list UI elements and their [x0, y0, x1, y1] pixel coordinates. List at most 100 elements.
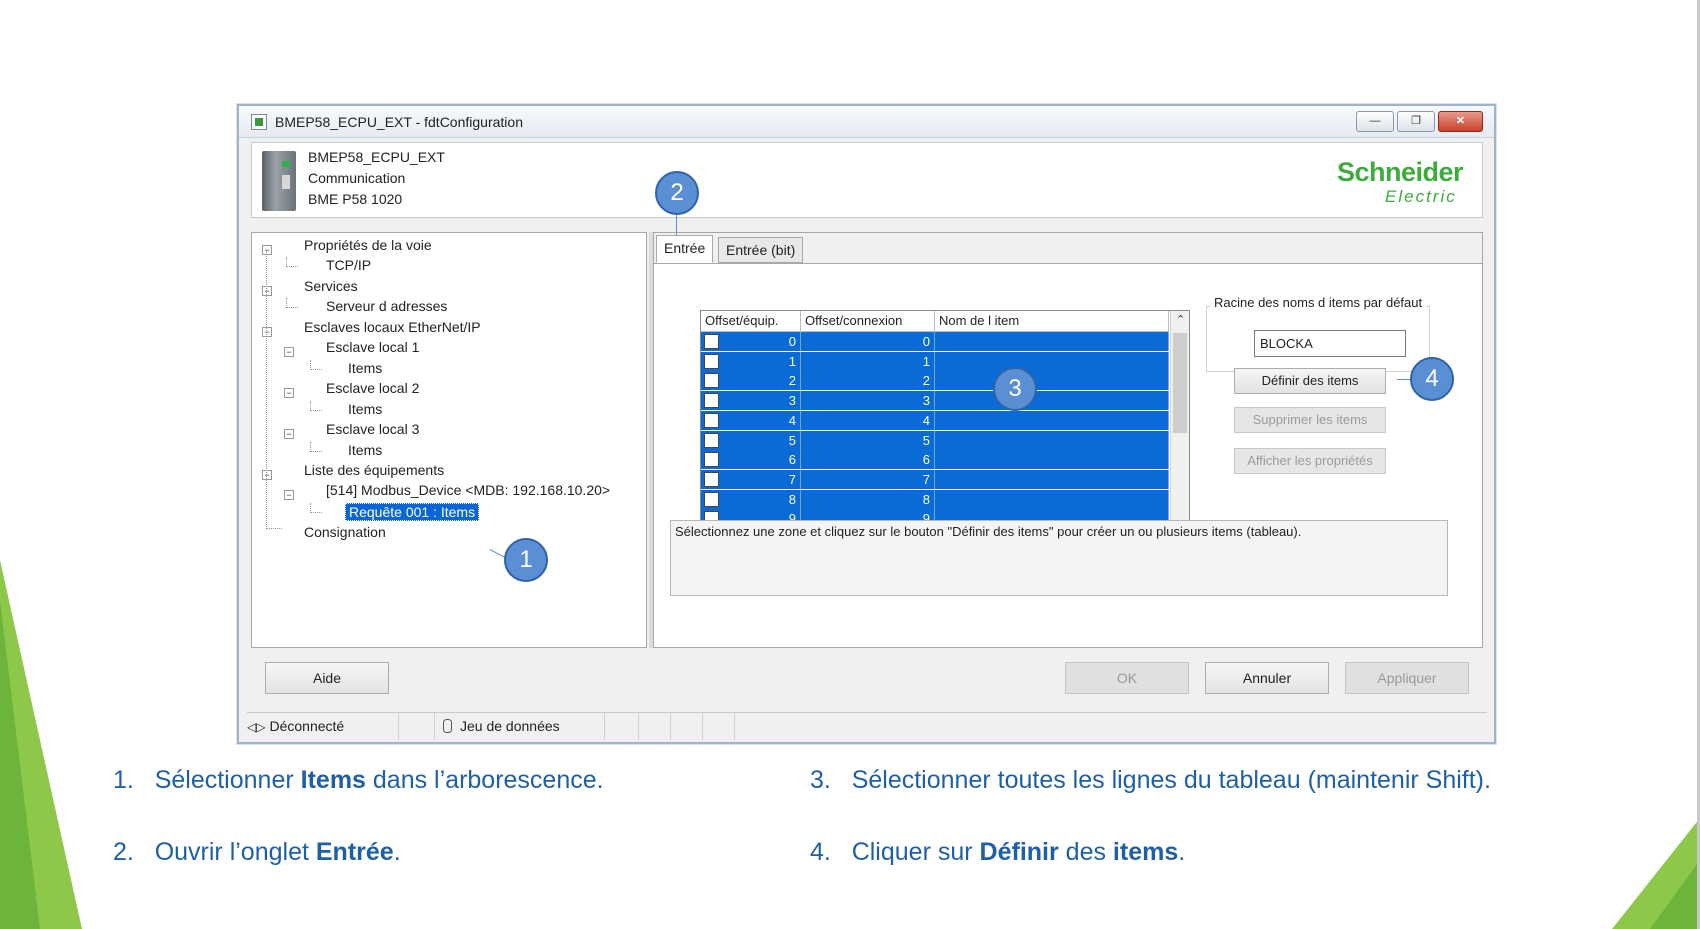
tree-item-esclave-local-2[interactable]: Esclave local 2: [326, 380, 419, 396]
cell-item-name[interactable]: [935, 410, 1169, 430]
tree-item-liste-equipements[interactable]: Liste des équipements: [304, 462, 444, 478]
step-text: Cliquer sur: [851, 838, 980, 866]
cell-item-name[interactable]: [935, 351, 1169, 371]
table-row[interactable]: 55: [701, 430, 1169, 450]
cell-offset-connexion[interactable]: 2: [801, 371, 935, 391]
cell-offset-equip[interactable]: 7: [701, 469, 801, 489]
cell-offset-equip[interactable]: 1: [701, 351, 801, 371]
fdt-configuration-window: BMEP58_ECPU_EXT - fdtConfiguration — ❐ ✕…: [237, 104, 1496, 744]
tab-entree-bit[interactable]: Entrée (bit): [718, 237, 804, 263]
cell-offset-connexion[interactable]: 1: [801, 351, 935, 371]
table-row[interactable]: 88: [701, 489, 1169, 509]
ok-button[interactable]: OK: [1065, 662, 1189, 694]
tree-item-serveur-adresses[interactable]: Serveur d adresses: [326, 298, 447, 314]
help-button[interactable]: Aide: [265, 662, 389, 694]
callout-connector-2: [676, 215, 677, 235]
items-table[interactable]: Offset/équip. Offset/connexion Nom de l …: [700, 310, 1190, 550]
column-header-offset-connexion[interactable]: Offset/connexion: [801, 311, 935, 332]
scroll-up-icon[interactable]: ⌃: [1171, 311, 1190, 330]
cell-item-name[interactable]: [935, 332, 1169, 351]
status-spacer: [605, 713, 639, 740]
tree-item-items-2[interactable]: Items: [348, 401, 382, 417]
tree-item-items-1[interactable]: Items: [348, 360, 382, 376]
tree-item-tcpip[interactable]: TCP/IP: [326, 257, 371, 273]
column-header-nom-item[interactable]: Nom de l item: [935, 311, 1169, 332]
cell-offset-equip[interactable]: 0: [701, 332, 801, 351]
collapse-icon[interactable]: −: [284, 490, 294, 500]
scroll-thumb[interactable]: [1173, 333, 1187, 433]
root-names-input[interactable]: BLOCKA: [1254, 330, 1406, 357]
cell-offset-connexion[interactable]: 7: [801, 469, 935, 489]
database-icon: [443, 719, 452, 733]
tree-connector: [310, 503, 322, 513]
callout-connector-4: [1397, 379, 1411, 380]
tree-item-services[interactable]: Services: [304, 278, 358, 294]
tree-connector: [310, 360, 322, 370]
cell-offset-connexion[interactable]: 6: [801, 450, 935, 470]
cell-offset-connexion[interactable]: 3: [801, 391, 935, 411]
cell-offset-connexion[interactable]: 4: [801, 410, 935, 430]
minimize-button[interactable]: —: [1356, 111, 1394, 132]
cell-offset-equip[interactable]: 3: [701, 391, 801, 411]
cell-offset-equip[interactable]: 2: [701, 371, 801, 391]
cell-offset-equip[interactable]: 8: [701, 489, 801, 509]
show-properties-button[interactable]: Afficher les propriétés: [1234, 448, 1386, 474]
tree-item-consignation[interactable]: Consignation: [304, 524, 386, 540]
step-emphasis: Items: [300, 766, 366, 794]
cell-offset-connexion[interactable]: 5: [801, 430, 935, 450]
cell-offset-equip[interactable]: 4: [701, 410, 801, 430]
cell-item-name[interactable]: [935, 450, 1169, 470]
collapse-icon[interactable]: −: [284, 388, 294, 398]
table-row[interactable]: 22: [701, 371, 1169, 391]
callout-badge-4: 4: [1410, 357, 1454, 401]
close-button[interactable]: ✕: [1438, 111, 1483, 132]
tree-item-modbus-device[interactable]: [514] Modbus_Device <MDB: 192.168.10.20>: [326, 482, 610, 498]
right-pane: Entrée Entrée (bit) Offset/équip. Offset…: [653, 232, 1483, 648]
table-row[interactable]: 77: [701, 469, 1169, 489]
tree-item-esclaves-locaux[interactable]: Esclaves locaux EtherNet/IP: [304, 319, 481, 335]
status-connection-text: Déconnecté: [269, 718, 345, 734]
cell-item-name[interactable]: [935, 371, 1169, 391]
tree-connector: [310, 442, 322, 452]
table-scrollbar[interactable]: ⌃ ⌄: [1170, 311, 1189, 549]
define-items-button[interactable]: Définir des items: [1234, 368, 1386, 394]
tree-item-items-3[interactable]: Items: [348, 442, 382, 458]
status-spacer: [671, 713, 703, 740]
device-module-icon: [262, 151, 296, 211]
table-row[interactable]: 11: [701, 351, 1169, 371]
tree-item-esclave-local-1[interactable]: Esclave local 1: [326, 339, 419, 355]
table-row[interactable]: 66: [701, 450, 1169, 470]
collapse-icon[interactable]: −: [284, 347, 294, 357]
table-row[interactable]: 33: [701, 391, 1169, 411]
cell-offset-connexion[interactable]: 8: [801, 489, 935, 509]
app-icon: [251, 114, 267, 130]
cell-offset-connexion[interactable]: 0: [801, 332, 935, 351]
collapse-icon[interactable]: −: [284, 429, 294, 439]
cell-item-name[interactable]: [935, 430, 1169, 450]
apply-button[interactable]: Appliquer: [1345, 662, 1469, 694]
cell-item-name[interactable]: [935, 391, 1169, 411]
tree-connector-root: [266, 251, 282, 529]
cell-item-name[interactable]: [935, 469, 1169, 489]
status-dataset-text: Jeu de données: [460, 718, 560, 734]
maximize-button[interactable]: ❐: [1397, 111, 1435, 132]
step-2: 2. Ouvrir l’onglet Entrée.: [113, 838, 401, 867]
tree-connector: [286, 257, 298, 267]
step-number: 1.: [113, 766, 134, 794]
tree-item-proprietes-voie[interactable]: Propriétés de la voie: [304, 237, 432, 253]
title-bar[interactable]: BMEP58_ECPU_EXT - fdtConfiguration — ❐ ✕: [239, 106, 1494, 138]
table-row[interactable]: 00: [701, 332, 1169, 351]
tree-item-esclave-local-3[interactable]: Esclave local 3: [326, 421, 419, 437]
cell-item-name[interactable]: [935, 489, 1169, 509]
tab-entree[interactable]: Entrée: [656, 235, 714, 263]
delete-items-button[interactable]: Supprimer les items: [1234, 407, 1386, 433]
tree-item-requete-001-items[interactable]: Requête 001 : Items: [345, 503, 480, 521]
cell-offset-equip[interactable]: 6: [701, 450, 801, 470]
navigation-tree[interactable]: − Propriétés de la voie TCP/IP − Service…: [251, 232, 647, 648]
table-row[interactable]: 44: [701, 410, 1169, 430]
cancel-button[interactable]: Annuler: [1205, 662, 1329, 694]
cell-offset-equip[interactable]: 5: [701, 430, 801, 450]
info-message: Sélectionnez une zone et cliquez sur le …: [670, 520, 1448, 596]
column-header-offset-equip[interactable]: Offset/équip.: [701, 311, 801, 332]
step-emphasis: Entrée: [315, 838, 394, 866]
